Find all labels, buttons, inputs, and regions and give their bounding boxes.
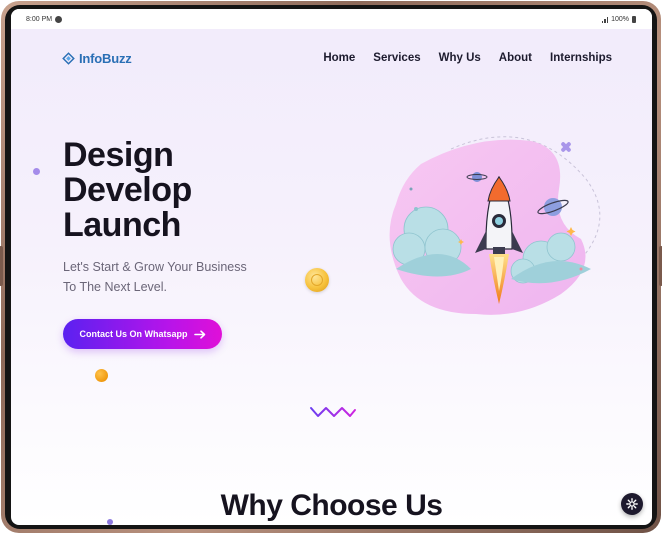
status-bar-left: 8:00 PM (26, 15, 63, 23)
nav-about[interactable]: About (499, 52, 532, 64)
decor-dot-purple (33, 168, 40, 175)
signal-icon (601, 16, 609, 23)
status-time: 8:00 PM (26, 15, 53, 23)
nav-why-us[interactable]: Why Us (439, 52, 481, 64)
hero-title-line-1: Design (63, 136, 174, 174)
section-title-why-choose-us: Why Choose Us (220, 489, 443, 522)
brand-name: InfoBuzz (79, 51, 132, 66)
settings-icon (626, 498, 638, 510)
arrow-right-icon (193, 329, 205, 339)
battery-icon (632, 15, 636, 23)
main-nav: Home Services Why Us About Internships (323, 52, 612, 64)
status-bar-right: 100% (601, 15, 636, 23)
hero-subtitle-line-1: Let's Start & Grow Your Business (63, 260, 247, 274)
zigzag-divider (310, 407, 356, 417)
notification-icon (55, 15, 63, 23)
hero-title: Design Develop Launch (63, 138, 323, 243)
rocket-launch-illustration (389, 136, 601, 315)
coin-icon (305, 268, 329, 292)
hero-title-line-2: Develop (63, 171, 192, 209)
decor-ball-orange (95, 369, 108, 382)
hero-subtitle-line-2: To The Next Level. (63, 280, 167, 294)
battery-percent: 100% (611, 15, 629, 23)
hero-subtitle: Let's Start & Grow Your Business To The … (63, 257, 313, 297)
settings-fab[interactable] (621, 493, 643, 515)
hero-title-line-3: Launch (63, 206, 181, 244)
status-bar: 8:00 PM 100% (11, 9, 652, 29)
whatsapp-contact-button[interactable]: Contact Us On Whatsapp (63, 319, 222, 349)
nav-services[interactable]: Services (373, 52, 420, 64)
nav-home[interactable]: Home (323, 52, 355, 64)
cta-label: Contact Us On Whatsapp (79, 329, 188, 339)
screen: 8:00 PM 100% InfoBuzz Home Services Why … (11, 9, 652, 525)
brand-logo[interactable]: InfoBuzz (62, 51, 132, 66)
nav-internships[interactable]: Internships (550, 52, 612, 64)
device-hinge-left (0, 246, 3, 286)
infobuzz-logo-icon (62, 52, 75, 65)
